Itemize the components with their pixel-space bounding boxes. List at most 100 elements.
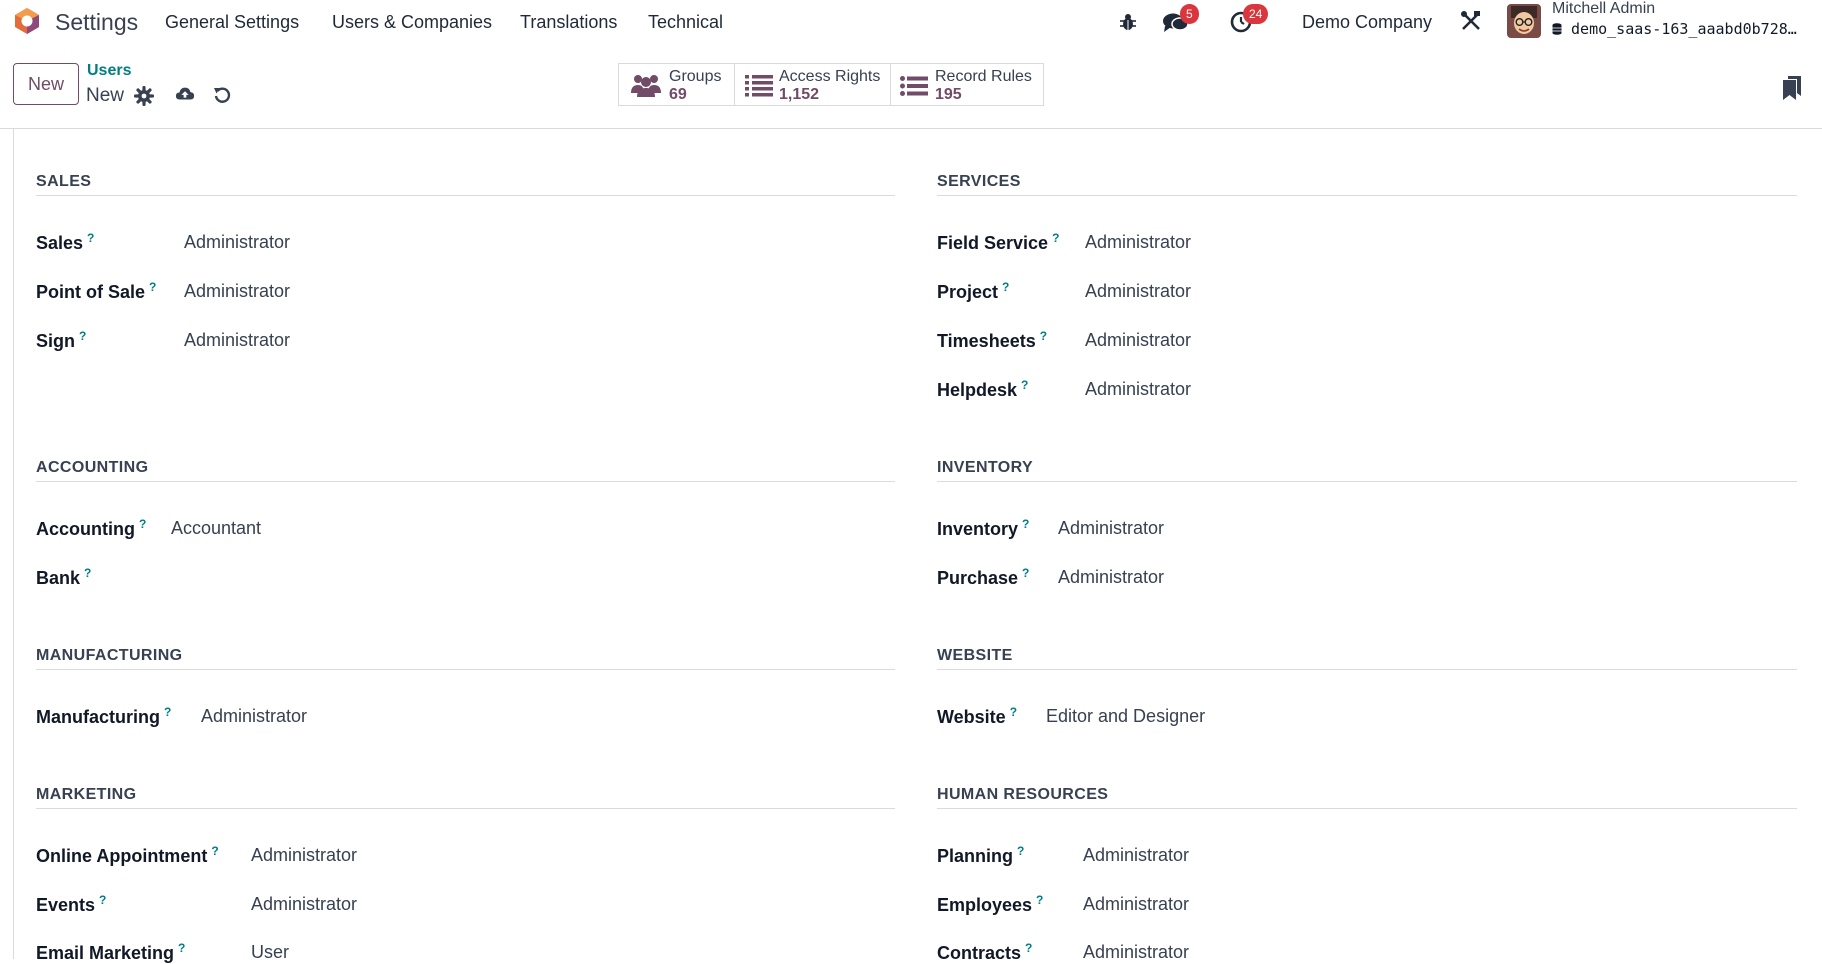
field-value-sign[interactable]: Administrator — [184, 330, 290, 351]
menu-translations[interactable]: Translations — [520, 12, 617, 33]
menu-technical[interactable]: Technical — [648, 12, 723, 33]
breadcrumb-users[interactable]: Users — [87, 62, 131, 80]
field-label-events: Events? — [36, 893, 107, 915]
section-divider — [36, 669, 895, 670]
menu-general-settings[interactable]: General Settings — [165, 12, 299, 33]
field-label-contracts: Contracts? — [937, 941, 1033, 963]
field-value-purchase[interactable]: Administrator — [1058, 567, 1164, 588]
menu-users-companies[interactable]: Users & Companies — [332, 12, 492, 33]
field-label-sign: Sign? — [36, 329, 87, 351]
bug-icon[interactable] — [1118, 12, 1138, 32]
help-tooltip-icon[interactable]: ? — [139, 517, 146, 531]
field-value-contracts[interactable]: Administrator — [1083, 942, 1189, 963]
help-tooltip-icon[interactable]: ? — [84, 566, 91, 580]
help-tooltip-icon[interactable]: ? — [1022, 517, 1029, 531]
field-value-online-appointment[interactable]: Administrator — [251, 845, 357, 866]
discard-undo-icon[interactable] — [212, 85, 232, 105]
field-label-email-marketing: Email Marketing? — [36, 941, 186, 963]
field-label-point-of-sale: Point of Sale? — [36, 280, 157, 302]
field-label-manufacturing: Manufacturing? — [36, 705, 172, 727]
help-tooltip-icon[interactable]: ? — [164, 705, 171, 719]
field-value-email-marketing[interactable]: User — [251, 942, 289, 963]
help-tooltip-icon[interactable]: ? — [1010, 705, 1017, 719]
users-group-icon — [631, 75, 661, 97]
field-label-accounting: Accounting? — [36, 517, 147, 539]
groups-stat-button[interactable]: Groups 69 — [618, 63, 735, 106]
field-value-field-service[interactable]: Administrator — [1085, 232, 1191, 253]
field-value-manufacturing[interactable]: Administrator — [201, 706, 307, 727]
field-label-project: Project? — [937, 280, 1010, 302]
field-label-field-service: Field Service? — [937, 231, 1060, 253]
field-value-point-of-sale[interactable]: Administrator — [184, 281, 290, 302]
help-tooltip-icon[interactable]: ? — [1017, 844, 1024, 858]
help-tooltip-icon[interactable]: ? — [1022, 566, 1029, 580]
messages-count-badge: 5 — [1180, 4, 1199, 24]
section-divider — [937, 808, 1797, 809]
odoo-logo-icon[interactable] — [12, 6, 42, 36]
activities-count-badge: 24 — [1243, 4, 1269, 24]
field-value-events[interactable]: Administrator — [251, 894, 357, 915]
help-tooltip-icon[interactable]: ? — [1002, 280, 1009, 294]
help-tooltip-icon[interactable]: ? — [178, 941, 185, 955]
section-title-services: SERVICES — [937, 173, 1021, 190]
field-label-employees: Employees? — [937, 893, 1044, 915]
record-rules-stat-button[interactable]: Record Rules 195 — [890, 63, 1044, 106]
avatar[interactable] — [1507, 4, 1541, 38]
field-label-sales: Sales? — [36, 231, 95, 253]
field-label-planning: Planning? — [937, 844, 1025, 866]
user-avatar-icon — [1507, 4, 1541, 38]
field-value-timesheets[interactable]: Administrator — [1085, 330, 1191, 351]
database-icon — [1552, 23, 1562, 35]
field-label-timesheets: Timesheets? — [937, 329, 1048, 351]
database-name[interactable]: demo_saas-163_aaabd0b728… — [1552, 20, 1797, 38]
cloud-upload-icon[interactable] — [175, 84, 195, 104]
section-title-inventory: INVENTORY — [937, 459, 1034, 476]
section-title-marketing: MARKETING — [36, 786, 137, 803]
field-value-planning[interactable]: Administrator — [1083, 845, 1189, 866]
help-tooltip-icon[interactable]: ? — [1021, 378, 1028, 392]
groups-stat-value: 69 — [669, 86, 687, 103]
app-title[interactable]: Settings — [55, 9, 138, 36]
help-tooltip-icon[interactable]: ? — [87, 231, 94, 245]
field-value-helpdesk[interactable]: Administrator — [1085, 379, 1191, 400]
access-rights-stat-value: 1,152 — [779, 86, 820, 103]
sheet-left-border — [13, 129, 14, 959]
field-value-project[interactable]: Administrator — [1085, 281, 1191, 302]
record-rules-stat-value: 195 — [935, 86, 962, 103]
section-title-sales: SALES — [36, 173, 92, 190]
section-divider — [937, 669, 1797, 670]
new-button[interactable]: New — [13, 63, 79, 105]
field-label-inventory: Inventory? — [937, 517, 1030, 539]
tools-icon[interactable] — [1460, 10, 1482, 32]
database-name-text: demo_saas-163_aaabd0b728… — [1571, 20, 1797, 38]
field-label-helpdesk: Helpdesk? — [937, 378, 1029, 400]
gear-icon[interactable] — [134, 86, 154, 106]
field-value-inventory[interactable]: Administrator — [1058, 518, 1164, 539]
groups-stat-label: Groups — [669, 68, 722, 85]
field-value-accounting[interactable]: Accountant — [171, 518, 261, 539]
section-title-accounting: ACCOUNTING — [36, 459, 149, 476]
section-title-website: WEBSITE — [937, 647, 1013, 664]
company-switcher[interactable]: Demo Company — [1302, 12, 1432, 33]
field-value-sales[interactable]: Administrator — [184, 232, 290, 253]
help-tooltip-icon[interactable]: ? — [1052, 231, 1059, 245]
help-tooltip-icon[interactable]: ? — [149, 280, 156, 294]
help-tooltip-icon[interactable]: ? — [79, 329, 86, 343]
section-title-manufacturing: MANUFACTURING — [36, 647, 183, 664]
help-tooltip-icon[interactable]: ? — [1036, 893, 1043, 907]
bookmark-icon[interactable] — [1782, 76, 1802, 100]
help-tooltip-icon[interactable]: ? — [1040, 329, 1047, 343]
section-title-human-resources: HUMAN RESOURCES — [937, 786, 1109, 803]
control-panel: New Users New Groups 69 Access Rights 1,… — [0, 52, 1822, 129]
user-name[interactable]: Mitchell Admin — [1552, 0, 1655, 18]
access-rights-stat-button[interactable]: Access Rights 1,152 — [734, 63, 891, 106]
breadcrumb-current: New — [86, 85, 125, 106]
help-tooltip-icon[interactable]: ? — [99, 893, 106, 907]
help-tooltip-icon[interactable]: ? — [211, 844, 218, 858]
record-rules-stat-label: Record Rules — [935, 68, 1032, 85]
field-value-employees[interactable]: Administrator — [1083, 894, 1189, 915]
help-tooltip-icon[interactable]: ? — [1025, 941, 1032, 955]
access-rights-stat-label: Access Rights — [779, 68, 881, 85]
field-value-website[interactable]: Editor and Designer — [1046, 706, 1205, 727]
list-icon — [745, 75, 773, 97]
